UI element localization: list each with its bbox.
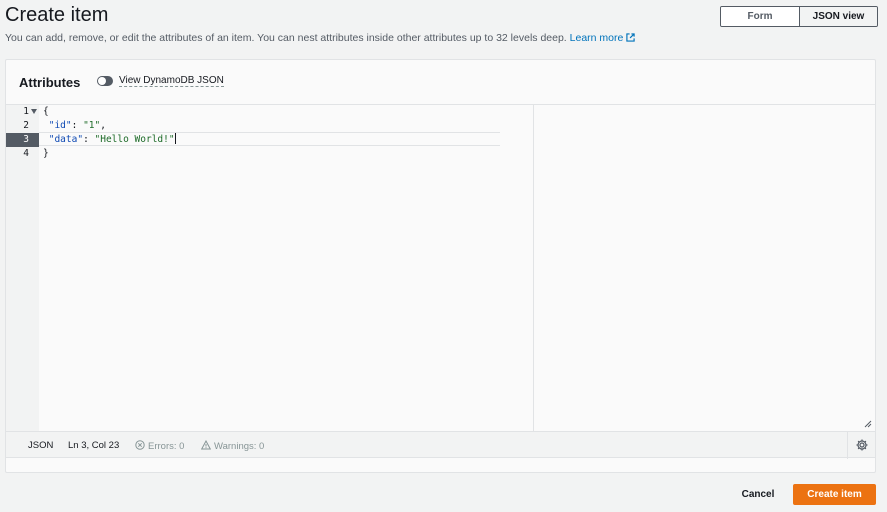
dynamodb-json-toggle-label[interactable]: View DynamoDB JSON	[119, 75, 224, 87]
gutter-line: 4	[6, 147, 39, 161]
code-punct: :	[83, 134, 95, 145]
attributes-panel-header: Attributes View DynamoDB JSON	[6, 60, 875, 105]
json-value: "Hello World!"	[94, 134, 175, 145]
code-punct: ,	[100, 120, 106, 131]
page-title: Create item	[5, 4, 109, 26]
learn-more-label: Learn more	[569, 32, 624, 44]
warnings-label: Warnings: 0	[214, 441, 265, 452]
print-margin	[533, 105, 534, 431]
gutter-line: 2	[6, 119, 39, 133]
editor-status-bar: JSON Ln 3, Col 23 Errors: 0 Warnings: 0	[6, 431, 875, 459]
code-line: }	[39, 147, 500, 161]
code-punct: {	[43, 106, 49, 117]
line-number: 2	[23, 120, 29, 131]
cursor-position: Ln 3, Col 23	[68, 440, 120, 451]
gutter-line-active: 3	[6, 133, 39, 147]
json-editor[interactable]: 1 2 3 4 { "id": "1", "data": "Hello Worl…	[6, 105, 875, 431]
learn-more-link[interactable]: Learn more	[570, 32, 636, 44]
settings-gear-icon[interactable]	[855, 438, 869, 452]
errors-label: Errors: 0	[148, 441, 185, 452]
error-circle-icon	[135, 440, 145, 450]
create-item-button[interactable]: Create item	[793, 484, 876, 505]
fold-arrow-icon[interactable]	[31, 109, 37, 114]
line-number: 1	[23, 106, 29, 117]
json-key: "data"	[48, 134, 84, 145]
text-caret	[174, 133, 176, 144]
json-value: "1"	[83, 120, 101, 131]
code-punct: :	[71, 120, 84, 131]
external-link-icon	[626, 33, 636, 42]
code-line-active: "data": "Hello World!"	[39, 132, 500, 146]
line-number: 4	[23, 148, 29, 159]
cancel-button[interactable]: Cancel	[735, 484, 781, 504]
toggle-knob	[98, 77, 106, 85]
page-description: You can add, remove, or edit the attribu…	[5, 32, 636, 44]
code-line: {	[39, 105, 500, 119]
warnings-indicator[interactable]: Warnings: 0	[201, 440, 264, 452]
line-number: 3	[23, 134, 29, 145]
errors-indicator[interactable]: Errors: 0	[135, 440, 184, 452]
status-divider	[847, 432, 848, 459]
json-view-button[interactable]: JSON view	[799, 7, 877, 26]
language-indicator: JSON	[28, 440, 54, 451]
gutter-line: 1	[6, 105, 39, 119]
dynamodb-json-toggle[interactable]	[97, 76, 113, 86]
code-area[interactable]: { "id": "1", "data": "Hello World!" }	[39, 105, 875, 431]
attributes-title: Attributes	[19, 75, 81, 90]
description-text: You can add, remove, or edit the attribu…	[5, 32, 567, 44]
line-number-gutter: 1 2 3 4	[6, 105, 39, 431]
json-key: "id"	[48, 120, 72, 131]
resize-handle-icon[interactable]	[864, 420, 872, 428]
form-view-button[interactable]: Form	[721, 7, 799, 26]
view-mode-toggle: Form JSON view	[720, 6, 878, 27]
attributes-panel: Attributes View DynamoDB JSON 1 2 3 4 { …	[5, 59, 876, 473]
warning-triangle-icon	[201, 440, 211, 450]
code-line: "id": "1",	[39, 119, 500, 133]
code-punct: }	[43, 148, 49, 159]
